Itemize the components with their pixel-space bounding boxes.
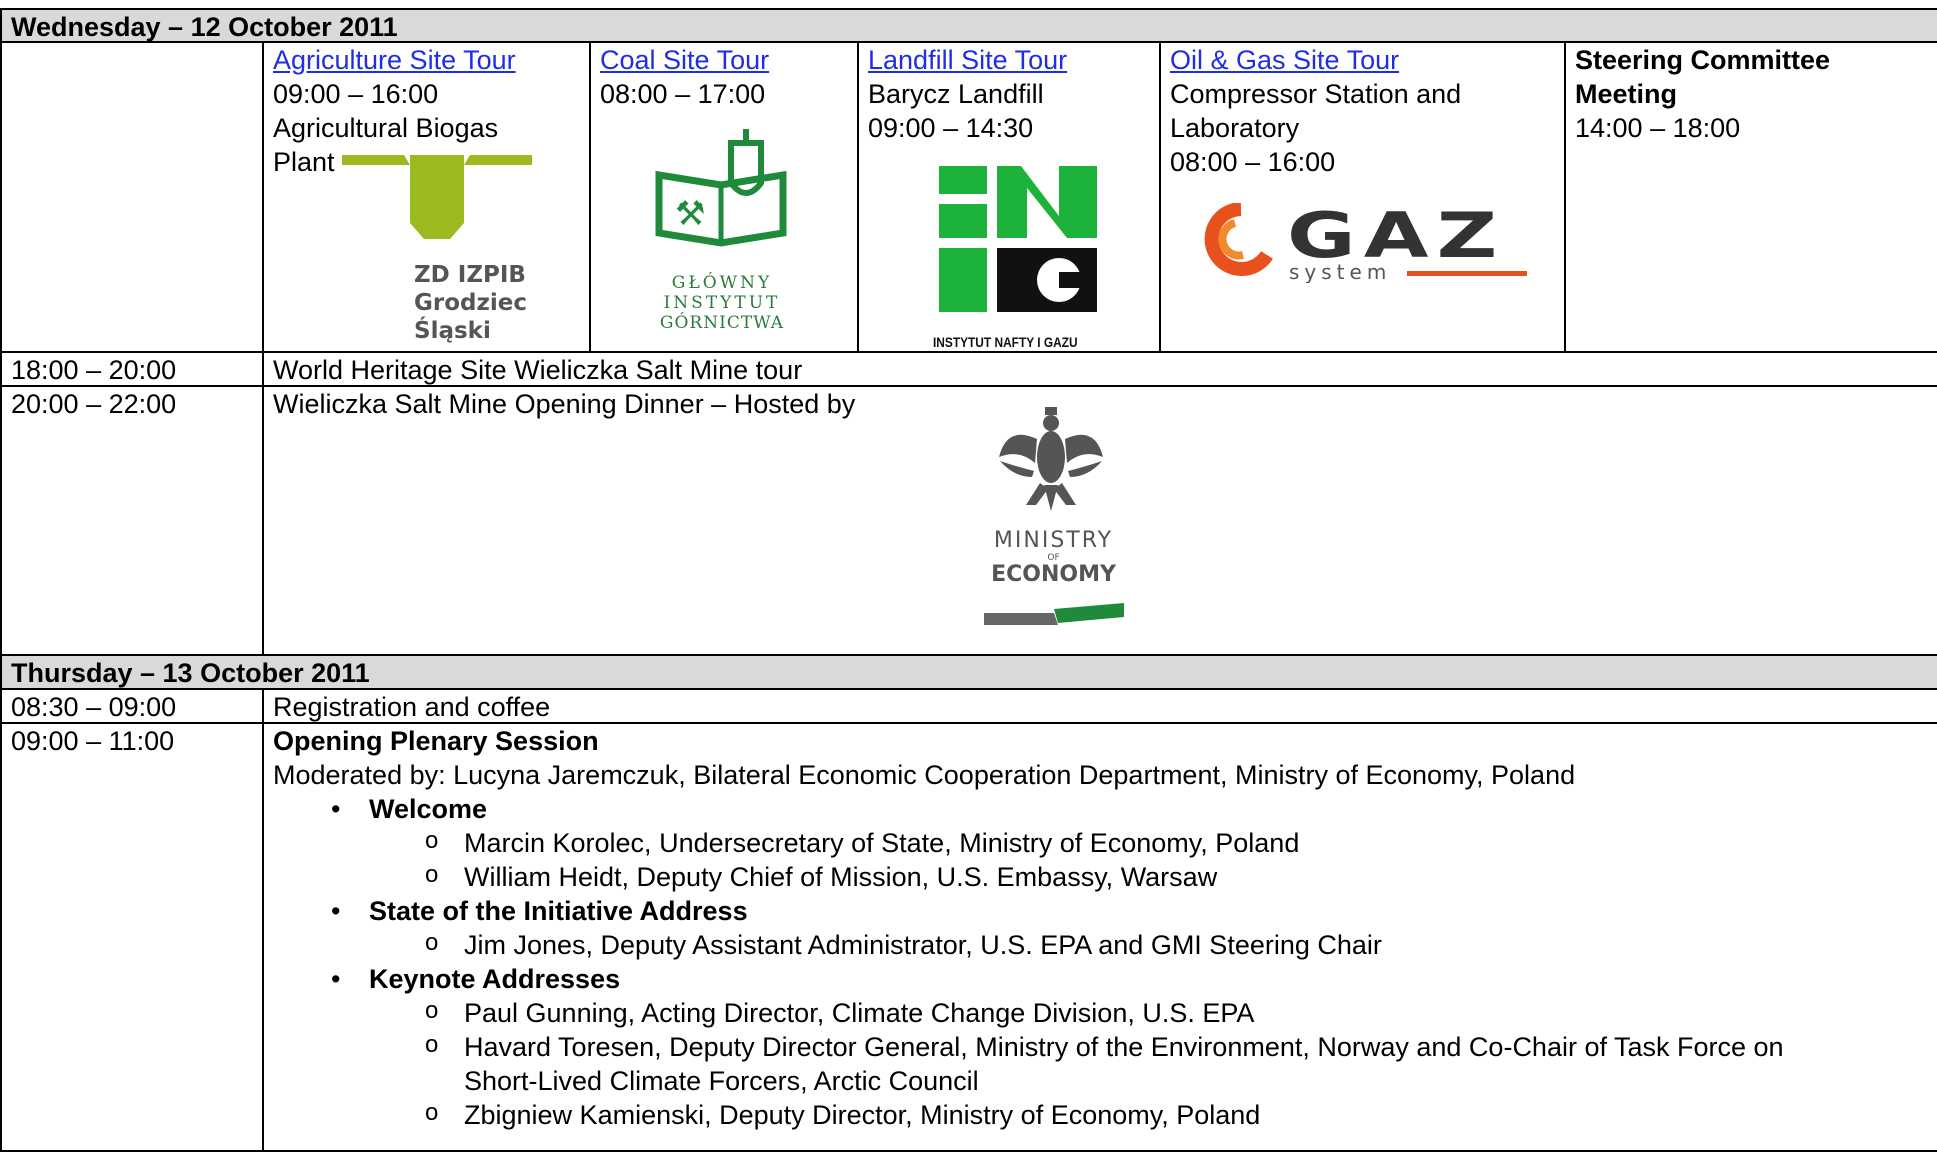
keynote-heading-text: Keynote Addresses [369, 964, 621, 994]
agriculture-tour-cell: Agriculture Site Tour 09:00 – 16:00 Agri… [262, 41, 591, 353]
welcome-speaker-2: William Heidt, Deputy Chief of Mission, … [464, 862, 1218, 892]
row-0900-time: 09:00 – 11:00 [0, 722, 264, 1152]
mining-institute-logo-text: GŁÓWNY INSTYTUT GÓRNICTWA [647, 273, 797, 333]
tours-time-cell [0, 41, 264, 353]
landfill-tour-place: Barycz Landfill [868, 79, 1044, 109]
coal-tour-time: 08:00 – 17:00 [600, 79, 766, 109]
steering-title-line1: Steering Committee [1575, 45, 1831, 75]
mining-line3: GÓRNICTWA [659, 313, 785, 333]
ministry-line3: ECONOMY [991, 562, 1116, 587]
landfill-tour-cell: Landfill Site Tour Barycz Landfill 09:00… [857, 41, 1161, 353]
ing-logo-text: INSTYTUT NAFTY I GAZU [933, 334, 1078, 350]
coal-tour-link[interactable]: Coal Site Tour [600, 43, 848, 77]
mining-institute-logo-icon: ⚒ [655, 129, 787, 247]
agriculture-tour-link[interactable]: Agriculture Site Tour [273, 43, 580, 77]
row-1800-time-text: 18:00 – 20:00 [11, 355, 177, 385]
oilgas-tour-place2: Laboratory [1170, 113, 1300, 143]
steering-title-line2: Meeting [1575, 79, 1678, 109]
gaz-system-logo-icon: GAZ system [1204, 203, 1527, 283]
row-1800-desc-text: World Heritage Site Wieliczka Salt Mine … [273, 355, 803, 385]
list-item: Marcin Korolec, Undersecretary of State,… [273, 824, 1934, 860]
keynote-heading: Keynote Addresses [273, 962, 1934, 996]
mining-line1: GŁÓWNY [671, 273, 773, 293]
day1-header-text: Wednesday – 12 October 2011 [11, 12, 398, 42]
svg-text:⚒: ⚒ [675, 194, 705, 234]
ministry-logo-text: MINISTRY OF ECONOMY [981, 529, 1126, 587]
mining-line2: INSTYTUT [663, 293, 781, 313]
day2-header: Thursday – 13 October 2011 [0, 654, 1937, 690]
list-item: Jim Jones, Deputy Assistant Administrato… [273, 926, 1934, 962]
row-2000-desc-text: Wieliczka Salt Mine Opening Dinner – Hos… [273, 389, 856, 419]
row-0830-time-text: 08:30 – 09:00 [11, 692, 177, 722]
landfill-tour-link[interactable]: Landfill Site Tour [868, 43, 1150, 77]
row-0900-time-text: 09:00 – 11:00 [11, 726, 175, 756]
day1-header: Wednesday – 12 October 2011 [0, 8, 1937, 43]
list-item-continuation: Short-Lived Climate Forcers, Arctic Coun… [273, 1064, 1934, 1098]
row-2000-desc: Wieliczka Salt Mine Opening Dinner – Hos… [262, 385, 1937, 656]
keynote-speaker-2: Havard Toresen, Deputy Director General,… [464, 1032, 1784, 1062]
row-0830-time: 08:30 – 09:00 [0, 688, 264, 724]
agriculture-tour-place: Agricultural Biogas [273, 113, 499, 143]
welcome-heading-text: Welcome [369, 794, 488, 824]
oilgas-tour-time: 08:00 – 16:00 [1170, 147, 1336, 177]
keynote-speaker-1: Paul Gunning, Acting Director, Climate C… [464, 998, 1255, 1028]
oilgas-tour-cell: Oil & Gas Site Tour Compressor Station a… [1159, 41, 1566, 353]
steering-committee-cell: Steering Committee Meeting 14:00 – 18:00 [1564, 41, 1937, 353]
row-0830-desc-text: Registration and coffee [273, 692, 551, 722]
row-2000-time: 20:00 – 22:00 [0, 385, 264, 656]
ministry-logo-bar-icon [984, 603, 1124, 625]
keynote-speaker-2-cont: Short-Lived Climate Forcers, Arctic Coun… [464, 1066, 979, 1096]
list-item: Havard Toresen, Deputy Director General,… [273, 1028, 1934, 1064]
state-address-speaker-1: Jim Jones, Deputy Assistant Administrato… [464, 930, 1382, 960]
steering-time: 14:00 – 18:00 [1575, 113, 1741, 143]
izpib-line3: Śląski [414, 318, 491, 344]
row-2000-time-text: 20:00 – 22:00 [11, 389, 177, 419]
keynote-speaker-3: Zbigniew Kamienski, Deputy Director, Min… [464, 1100, 1261, 1130]
agriculture-tour-time: 09:00 – 16:00 [273, 79, 439, 109]
ministry-line1: MINISTRY [993, 528, 1114, 553]
landfill-tour-time: 09:00 – 14:30 [868, 113, 1034, 143]
coal-tour-cell: Coal Site Tour 08:00 – 17:00 ⚒ GŁÓWNY IN… [589, 41, 859, 353]
row-1800-desc: World Heritage Site Wieliczka Salt Mine … [262, 351, 1937, 387]
list-item: Zbigniew Kamienski, Deputy Director, Min… [273, 1096, 1934, 1132]
state-address-heading-text: State of the Initiative Address [369, 896, 748, 926]
row-0830-desc: Registration and coffee [262, 688, 1937, 724]
state-address-heading: State of the Initiative Address [273, 894, 1934, 928]
welcome-heading: Welcome [273, 792, 1934, 826]
list-item: Paul Gunning, Acting Director, Climate C… [273, 994, 1934, 1030]
plenary-moderator: Moderated by: Lucyna Jaremczuk, Bilatera… [273, 760, 1576, 790]
izpib-logo-text: ZD IZPIB Grodziec Śląski [414, 261, 527, 345]
izpib-logo-icon [342, 155, 532, 239]
oilgas-tour-link[interactable]: Oil & Gas Site Tour [1170, 43, 1555, 77]
ing-logo-icon [939, 166, 1099, 312]
day2-header-text: Thursday – 13 October 2011 [11, 658, 370, 688]
list-item: William Heidt, Deputy Chief of Mission, … [273, 858, 1934, 894]
plenary-title: Opening Plenary Session [273, 726, 599, 756]
plenary-cell: Opening Plenary Session Moderated by: Lu… [262, 722, 1937, 1152]
izpib-line1: ZD IZPIB [414, 262, 526, 288]
polish-eagle-logo-icon [999, 407, 1103, 511]
gaz-logo-sub: system [1289, 260, 1391, 283]
oilgas-tour-place: Compressor Station and [1170, 79, 1462, 109]
row-1800-time: 18:00 – 20:00 [0, 351, 264, 387]
welcome-speaker-1: Marcin Korolec, Undersecretary of State,… [464, 828, 1300, 858]
izpib-line2: Grodziec [414, 290, 527, 316]
